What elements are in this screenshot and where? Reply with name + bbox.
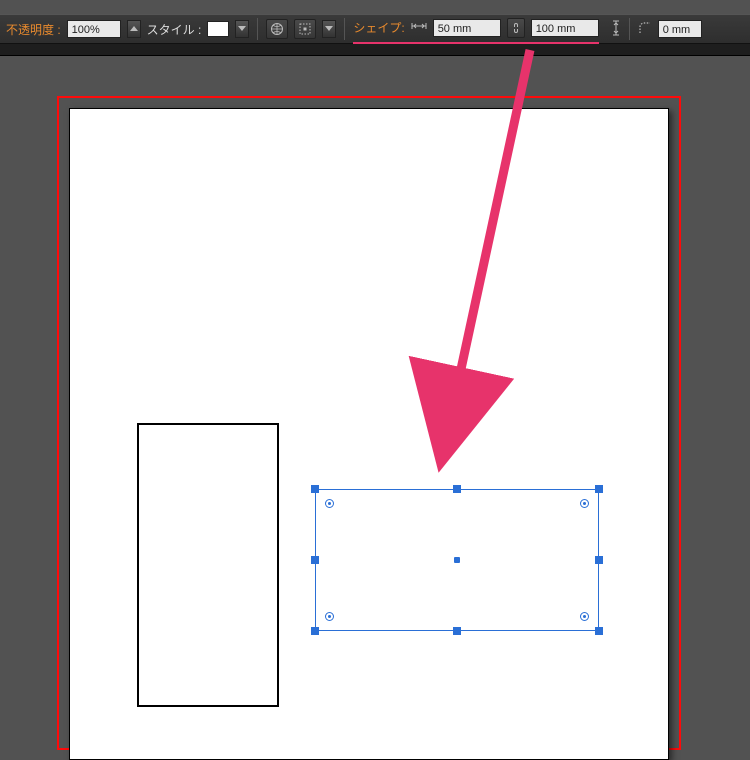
shape-label: シェイプ: bbox=[353, 19, 404, 36]
separator bbox=[344, 18, 345, 40]
separator bbox=[629, 18, 630, 40]
separator bbox=[257, 18, 258, 40]
corner-anchor-sw[interactable] bbox=[325, 612, 334, 621]
handle-s[interactable] bbox=[453, 627, 461, 635]
canvas-area[interactable] bbox=[0, 56, 750, 750]
shape-section: シェイプ: 50 mm 100 mm bbox=[353, 18, 598, 41]
handle-nw[interactable] bbox=[311, 485, 319, 493]
opacity-field[interactable]: 100% bbox=[67, 20, 121, 38]
corner-anchor-ne[interactable] bbox=[580, 499, 589, 508]
handle-w[interactable] bbox=[311, 556, 319, 564]
transform-icon[interactable] bbox=[294, 19, 316, 39]
handle-ne[interactable] bbox=[595, 485, 603, 493]
rectangle-shape[interactable] bbox=[137, 423, 279, 707]
corner-anchor-se[interactable] bbox=[580, 612, 589, 621]
corner-radius-field[interactable]: 0 mm bbox=[658, 20, 702, 38]
globe-icon[interactable] bbox=[266, 19, 288, 39]
shape-height-field[interactable]: 100 mm bbox=[531, 19, 599, 37]
transform-dropdown[interactable] bbox=[322, 20, 336, 38]
toolbar-shadow bbox=[0, 44, 750, 56]
handle-n[interactable] bbox=[453, 485, 461, 493]
corner-radius-icon bbox=[638, 21, 652, 38]
height-icon bbox=[611, 20, 621, 39]
corner-anchor-nw[interactable] bbox=[325, 499, 334, 508]
options-toolbar: 不透明度 : 100% スタイル : シェイプ: 50 mm bbox=[0, 14, 750, 44]
selected-rectangle[interactable] bbox=[315, 489, 599, 631]
style-swatch[interactable] bbox=[207, 21, 229, 37]
shape-width-field[interactable]: 50 mm bbox=[433, 19, 501, 37]
opacity-label: 不透明度 : bbox=[6, 21, 61, 38]
handle-e[interactable] bbox=[595, 556, 603, 564]
link-icon[interactable] bbox=[507, 18, 525, 38]
center-point bbox=[454, 557, 460, 563]
handle-sw[interactable] bbox=[311, 627, 319, 635]
style-label: スタイル : bbox=[147, 21, 202, 38]
style-dropdown[interactable] bbox=[235, 20, 249, 38]
opacity-stepper[interactable] bbox=[127, 20, 141, 38]
handle-se[interactable] bbox=[595, 627, 603, 635]
width-icon bbox=[411, 21, 427, 34]
